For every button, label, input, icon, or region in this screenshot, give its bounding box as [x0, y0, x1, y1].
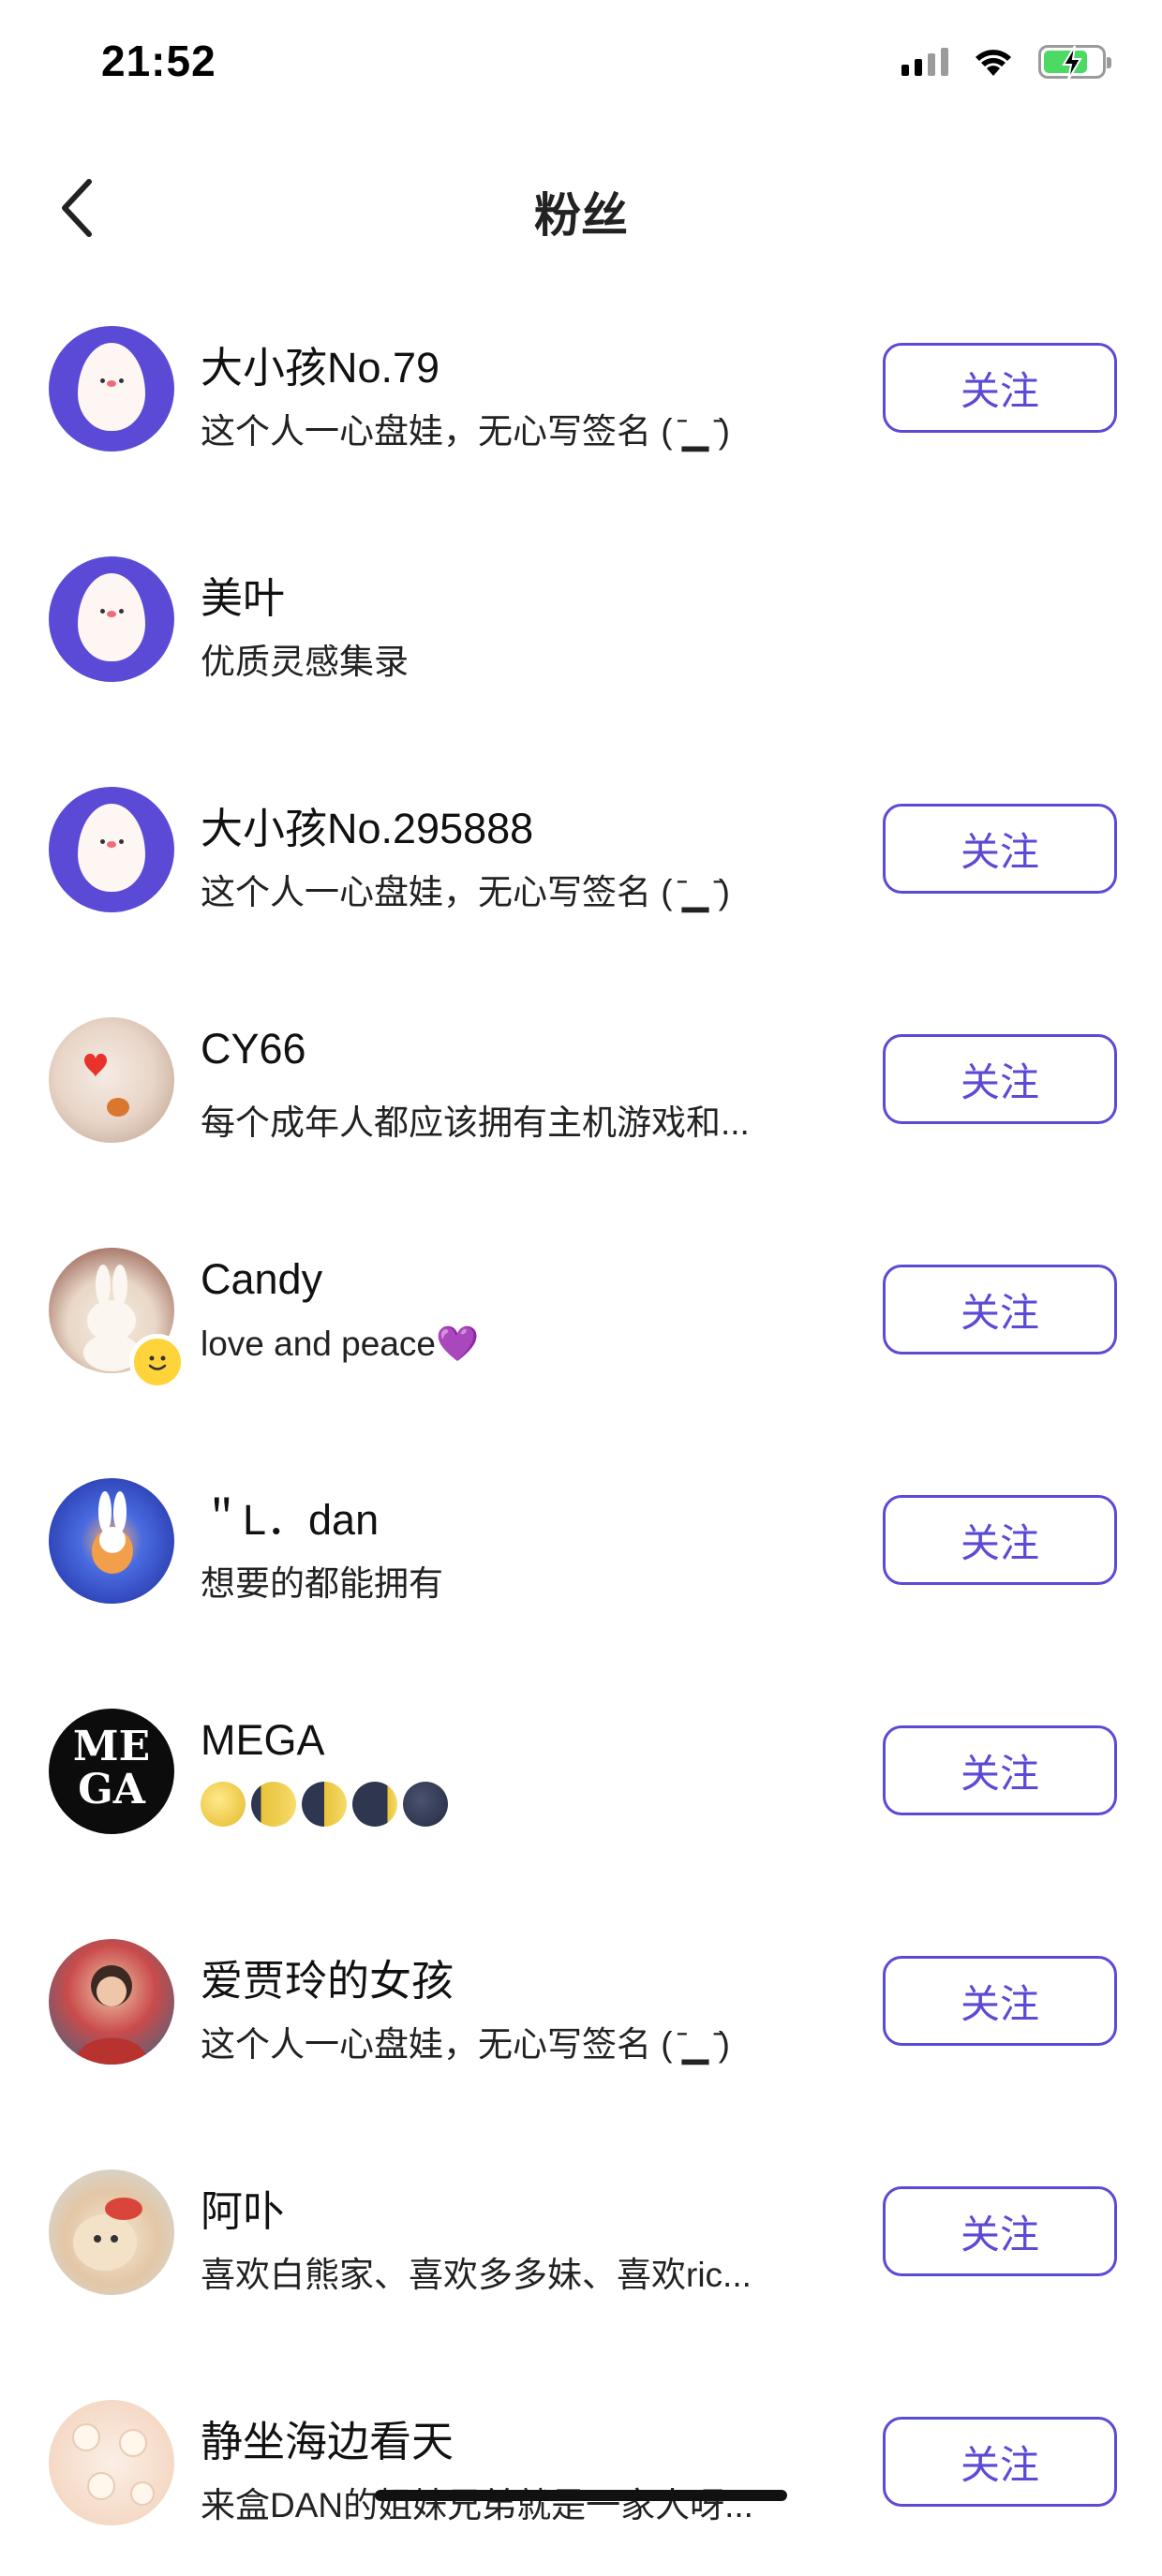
user-name: CY66: [201, 1025, 306, 1073]
list-item[interactable]: ME GA MEGA 关注: [0, 1654, 1162, 1885]
avatar[interactable]: [49, 787, 174, 912]
user-bio: 优质灵感集录: [201, 643, 409, 681]
home-indicator[interactable]: [375, 2490, 787, 2501]
user-bio: 想要的都能拥有: [201, 1564, 443, 1603]
egg-icon: [78, 343, 145, 431]
list-item[interactable]: 美叶 优质灵感集录: [0, 502, 1162, 733]
first-quarter-icon: [302, 1782, 347, 1827]
avatar[interactable]: [49, 2169, 174, 2295]
avatar[interactable]: [49, 326, 174, 452]
list-item[interactable]: 阿卟 喜欢白熊家、喜欢多多妹、喜欢ric... 关注: [0, 2115, 1162, 2346]
list-item[interactable]: 静坐海边看天 来盒DAN的姐妹兄弟就是一家人呀... 关注: [0, 2346, 1162, 2576]
signal-icon: [901, 48, 948, 76]
follow-button[interactable]: 关注: [883, 804, 1117, 894]
bear-figure-icon: [73, 2198, 142, 2271]
user-bio: 喜欢白熊家、喜欢多多妹、喜欢ric...: [201, 2256, 752, 2294]
user-bio: 这个人一心盘娃，无心写签名 ( ̄▁ ̄): [201, 412, 730, 451]
egg-icon: [78, 804, 145, 892]
user-name: Candy: [201, 1255, 323, 1303]
person-photo-icon: [75, 1965, 148, 2065]
heart-icon: [84, 1053, 129, 1117]
avatar[interactable]: [49, 1478, 174, 1604]
wifi-icon: [976, 50, 1011, 76]
nav-bar: 粉丝: [0, 141, 1162, 272]
avatar[interactable]: [49, 2400, 174, 2525]
status-bar: 21:52: [0, 0, 1162, 122]
user-name: MEGA: [201, 1716, 325, 1764]
user-bio: love and peace💜: [201, 1325, 480, 1363]
user-name: 阿卟: [201, 2187, 286, 2235]
avatar[interactable]: ME GA: [49, 1709, 174, 1834]
user-name: ＂L．dan: [201, 1496, 380, 1544]
page-title: 粉丝: [534, 189, 628, 242]
new-moon-icon: [403, 1782, 448, 1827]
mega-logo-text: ME GA: [72, 1723, 151, 1814]
follow-button[interactable]: 关注: [883, 2186, 1117, 2276]
list-item[interactable]: 大小孩No.295888 这个人一心盘娃，无心写签名 ( ̄▁ ̄) 关注: [0, 733, 1162, 963]
user-bio: 这个人一心盘娃，无心写签名 ( ̄▁ ̄): [201, 873, 730, 911]
avatar[interactable]: [49, 1939, 174, 2065]
follow-button[interactable]: 关注: [883, 1956, 1117, 2046]
list-item[interactable]: 爱贾玲的女孩 这个人一心盘娃，无心写签名 ( ̄▁ ̄) 关注: [0, 1885, 1162, 2115]
rabbit-illustration-icon: [92, 1491, 133, 1574]
bolt-icon: [1062, 45, 1082, 81]
user-bio: 每个成年人都应该拥有主机游戏和...: [201, 1103, 750, 1142]
avatar[interactable]: [49, 556, 174, 682]
follower-list: 大小孩No.79 这个人一心盘娃，无心写签名 ( ̄▁ ̄) 关注 美叶 优质灵…: [0, 272, 1162, 2576]
user-bio: 来盒DAN的姐妹兄弟就是一家人呀...: [201, 2486, 753, 2524]
list-item[interactable]: CY66 每个成年人都应该拥有主机游戏和... 关注: [0, 963, 1162, 1193]
waxing-gibbous-icon: [251, 1782, 296, 1827]
avatar[interactable]: [49, 1017, 174, 1143]
list-item[interactable]: Candy love and peace💜 关注: [0, 1193, 1162, 1424]
smile-badge-icon: [129, 1334, 186, 1390]
user-name: 静坐海边看天: [201, 2418, 454, 2465]
user-name: 美叶: [201, 574, 286, 622]
moon-phases: [201, 1782, 448, 1827]
list-item[interactable]: 大小孩No.79 这个人一心盘娃，无心写签名 ( ̄▁ ̄) 关注: [0, 272, 1162, 502]
follow-button[interactable]: 关注: [883, 2417, 1117, 2507]
follow-button[interactable]: 关注: [883, 1034, 1117, 1124]
user-bio: 这个人一心盘娃，无心写签名 ( ̄▁ ̄): [201, 2025, 730, 2064]
status-time: 21:52: [101, 37, 216, 85]
full-moon-icon: [201, 1782, 246, 1827]
list-item[interactable]: ＂L．dan 想要的都能拥有 关注: [0, 1424, 1162, 1654]
battery-charging-icon: [1038, 45, 1111, 81]
egg-icon: [78, 573, 145, 661]
pattern-icon: [72, 2423, 155, 2506]
user-name: 爱贾玲的女孩: [201, 1957, 454, 2005]
user-name: 大小孩No.79: [201, 344, 440, 392]
follow-button[interactable]: 关注: [883, 1265, 1117, 1355]
follow-button[interactable]: 关注: [883, 1725, 1117, 1815]
waxing-crescent-icon: [352, 1782, 397, 1827]
user-name: 大小孩No.295888: [201, 805, 534, 852]
status-icons: [901, 45, 1111, 81]
follow-button[interactable]: 关注: [883, 343, 1117, 433]
follow-button[interactable]: 关注: [883, 1495, 1117, 1585]
